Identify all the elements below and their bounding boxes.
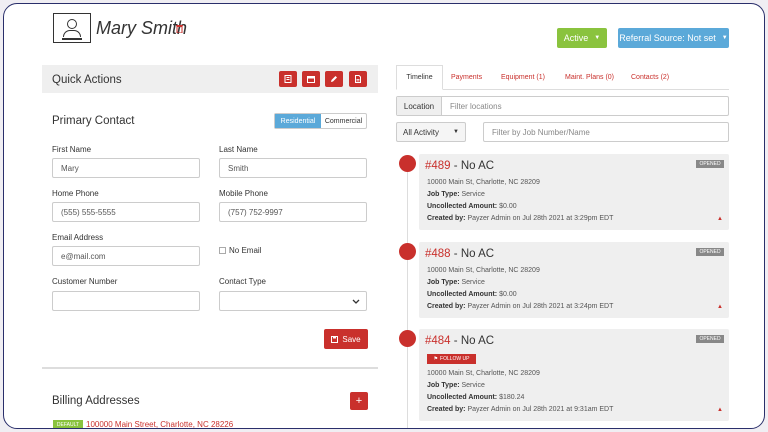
collapse-caret-icon[interactable]: ▲ (717, 407, 723, 413)
activity-filter-dropdown[interactable]: All Activity ▼ (396, 122, 466, 142)
edit-action-button[interactable] (325, 71, 343, 87)
residential-toggle[interactable]: Residential (275, 114, 321, 128)
created-by: Payzer Admin on Jul 28th 2021 at 3:29pm … (467, 215, 614, 222)
job-number[interactable]: #484 (425, 335, 451, 347)
timeline-line (407, 164, 408, 428)
add-billing-address-button[interactable]: + (350, 392, 368, 410)
job-type: Service (461, 191, 485, 198)
invoice-icon (284, 75, 292, 83)
job-type: Service (461, 382, 485, 389)
customer-avatar-icon (53, 13, 91, 43)
created-by: Payzer Admin on Jul 28th 2021 at 9:31am … (467, 406, 614, 413)
customer-number-label: Customer Number (52, 277, 118, 286)
uncollected-amount: $0.00 (499, 203, 517, 210)
section-divider (42, 367, 378, 369)
customer-number-input[interactable] (52, 291, 200, 311)
billing-address-link[interactable]: 100000 Main Street, Charlotte, NC 28226 (86, 420, 233, 428)
timeline-job-card[interactable]: #489 - No AC OPENED 10000 Main St, Charl… (419, 154, 729, 230)
job-filter-input[interactable]: Filter by Job Number/Name (483, 122, 729, 142)
job-address: 10000 Main St, Charlotte, NC 28209 (427, 179, 540, 186)
timeline-job-card[interactable]: #484 - No AC OPENED ⚑ FOLLOW UP 10000 Mai… (419, 329, 729, 421)
first-name-label: First Name (52, 145, 92, 154)
no-email-checkbox[interactable]: No Email (219, 246, 261, 255)
tab-payments[interactable]: Payments (451, 74, 482, 81)
primary-contact-title: Primary Contact (52, 115, 135, 127)
job-title: - No AC (453, 248, 495, 260)
location-filter-input[interactable]: Filter locations (442, 97, 728, 115)
contact-type-label: Contact Type (219, 277, 266, 286)
uncollected-amount: $0.00 (499, 291, 517, 298)
mobile-phone-input[interactable]: (757) 752-9997 (219, 202, 367, 222)
tab-contacts[interactable]: Contacts (2) (631, 74, 669, 81)
customer-name: Mary Smith (96, 18, 188, 38)
email-label: Email Address (52, 233, 104, 242)
schedule-action-button[interactable] (302, 71, 320, 87)
calendar-icon (307, 76, 315, 83)
job-address: 10000 Main St, Charlotte, NC 28209 (427, 370, 540, 377)
delete-customer-icon[interactable] (176, 24, 183, 35)
billing-addresses-title: Billing Addresses (52, 395, 140, 407)
job-title: - No AC (453, 160, 495, 172)
tabs-divider (396, 89, 729, 90)
home-phone-input[interactable]: (555) 555-5555 (52, 202, 200, 222)
app-frame: Mary Smith Active ▼ Referral Source: Not… (3, 3, 765, 429)
location-filter: Location Filter locations (396, 96, 729, 116)
last-name-label: Last Name (219, 145, 258, 154)
referral-source-dropdown[interactable]: Referral Source: Not set ▼ (618, 28, 729, 48)
pencil-icon (331, 76, 337, 82)
contact-type-select[interactable] (219, 291, 367, 311)
first-name-input[interactable]: Mary (52, 158, 200, 178)
contact-type-toggle: Residential Commercial (274, 113, 367, 129)
invoice-action-button[interactable] (279, 71, 297, 87)
job-number[interactable]: #489 (425, 160, 451, 172)
save-button[interactable]: Save (324, 329, 368, 349)
collapse-caret-icon[interactable]: ▲ (717, 304, 723, 310)
caret-down-icon: ▼ (721, 35, 728, 41)
email-input[interactable]: e@mail.com (52, 246, 200, 266)
job-number[interactable]: #488 (425, 248, 451, 260)
commercial-toggle[interactable]: Commercial (321, 114, 366, 128)
tab-equipment[interactable]: Equipment (1) (501, 74, 545, 81)
plus-icon: + (355, 395, 363, 407)
follow-up-badge: ⚑ FOLLOW UP (427, 354, 476, 364)
job-title: - No AC (453, 335, 495, 347)
location-label: Location (397, 97, 442, 115)
timeline-dot (399, 155, 416, 172)
timeline-job-card[interactable]: #488 - No AC OPENED 10000 Main St, Charl… (419, 242, 729, 318)
job-address: 10000 Main St, Charlotte, NC 28209 (427, 267, 540, 274)
collapse-caret-icon[interactable]: ▲ (717, 216, 723, 222)
status-badge: OPENED (696, 248, 724, 256)
home-phone-label: Home Phone (52, 189, 99, 198)
flag-icon: ⚑ (433, 356, 439, 362)
caret-down-icon: ▼ (453, 129, 459, 135)
default-badge: DEFAULT (53, 420, 83, 428)
mobile-phone-label: Mobile Phone (219, 189, 268, 198)
status-badge: OPENED (696, 335, 724, 343)
caret-down-icon: ▼ (594, 35, 601, 41)
quick-actions-title: Quick Actions (52, 74, 122, 86)
uncollected-amount: $180.24 (499, 394, 525, 401)
job-type: Service (461, 279, 485, 286)
chevron-down-icon (352, 299, 360, 304)
last-name-input[interactable]: Smith (219, 158, 367, 178)
status-dropdown-button[interactable]: Active ▼ (557, 28, 607, 48)
status-badge: OPENED (696, 160, 724, 168)
created-by: Payzer Admin on Jul 28th 2021 at 3:24pm … (467, 303, 614, 310)
tab-maint-plans[interactable]: Maint. Plans (0) (565, 74, 614, 81)
document-action-button[interactable] (349, 71, 367, 87)
floppy-disk-icon (331, 335, 339, 343)
checkbox-icon (219, 247, 226, 255)
timeline-dot (399, 243, 416, 260)
timeline-dot (399, 330, 416, 347)
document-icon (355, 75, 361, 83)
tab-timeline[interactable]: Timeline (396, 65, 443, 90)
